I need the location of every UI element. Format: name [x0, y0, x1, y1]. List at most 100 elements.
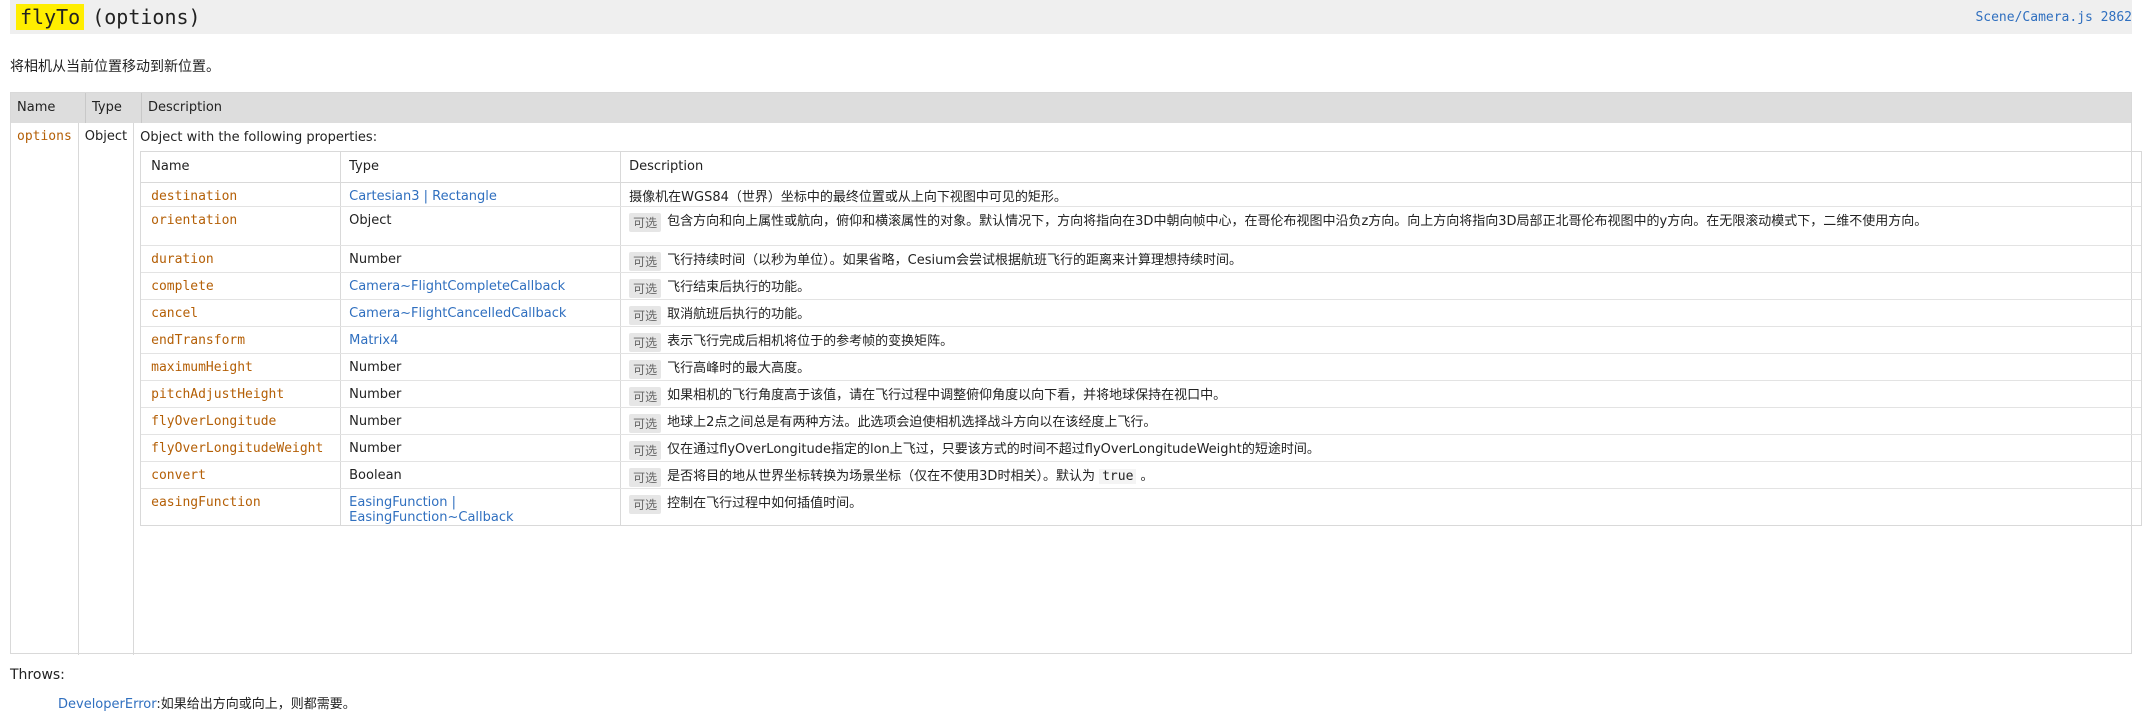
optional-badge: 可选	[629, 279, 662, 298]
property-description: 取消航班后执行的功能。	[667, 307, 811, 322]
property-type-cell: EasingFunction | EasingFunction~Callback	[341, 489, 622, 525]
property-description-cell: 可选 是否将目的地从世界坐标转换为场景坐标（仅在不使用3D时相关）。默认为 tr…	[621, 462, 2141, 488]
default-value-code: true	[1099, 469, 1137, 484]
property-name: cancel	[141, 300, 342, 326]
throws-item: DeveloperError:如果给出方向或向上，则都需要。	[58, 693, 356, 712]
property-row: convert Boolean 可选 是否将目的地从世界坐标转换为场景坐标（仅在…	[141, 462, 2142, 489]
optional-badge: 可选	[629, 495, 662, 514]
description-text: 是否将目的地从世界坐标转换为场景坐标（仅在不使用3D时相关）。默认为	[667, 469, 1095, 484]
property-row: complete Camera~FlightCompleteCallback 可…	[141, 273, 2142, 300]
property-row: cancel Camera~FlightCancelledCallback 可选…	[141, 300, 2142, 327]
property-type-link[interactable]: Camera~FlightCompleteCallback	[341, 273, 622, 299]
property-description: 是否将目的地从世界坐标转换为场景坐标（仅在不使用3D时相关）。默认为 true …	[667, 468, 1154, 486]
optional-badge: 可选	[629, 306, 662, 325]
property-row: pitchAdjustHeight Number 可选 如果相机的飞行角度高于该…	[141, 381, 2142, 408]
property-description: 飞行高峰时的最大高度。	[667, 361, 811, 376]
property-description: 表示飞行完成后相机将位于的参考帧的变换矩阵。	[667, 334, 954, 349]
header-name: Name	[11, 93, 86, 123]
method-summary: 将相机从当前位置移动到新位置。	[10, 59, 220, 75]
property-row: destination Cartesian3 | Rectangle 摄像机在W…	[141, 183, 2142, 207]
property-type-link[interactable]: EasingFunction |	[349, 495, 620, 510]
property-type: Object	[341, 207, 622, 245]
method-header: flyTo (options) Scene/Camera.js 2862	[10, 0, 2132, 34]
property-type: Boolean	[341, 462, 622, 488]
property-name: flyOverLongitude	[141, 408, 342, 434]
property-type: Number	[341, 435, 622, 461]
optional-badge: 可选	[629, 213, 662, 232]
method-signature: flyTo (options)	[10, 4, 201, 30]
property-name: complete	[141, 273, 342, 299]
property-row: flyOverLongitudeWeight Number 可选 仅在通过fly…	[141, 435, 2142, 462]
header-description: Description	[148, 100, 223, 115]
property-description: 包含方向和向上属性或航向，俯仰和横滚属性的对象。默认情况下，方向将指向在3D中朝…	[667, 214, 1928, 229]
property-description-cell: 可选 仅在通过flyOverLongitude指定的lon上飞过，只要该方式的时…	[621, 435, 2141, 461]
optional-badge: 可选	[629, 387, 662, 406]
property-description: 飞行结束后执行的功能。	[667, 280, 811, 295]
property-description: 地球上2点之间总是有两种方法。此选项会迫使相机选择战斗方向以在该经度上飞行。	[667, 415, 1157, 430]
prop-header-type: Type	[341, 152, 622, 182]
options-type: Object	[79, 123, 135, 655]
property-name: duration	[141, 246, 342, 272]
property-type: Number	[341, 408, 622, 434]
property-description-cell: 可选 飞行持续时间（以秒为单位）。如果省略，Cesium会尝试根据航班飞行的距离…	[621, 246, 2141, 272]
property-name: pitchAdjustHeight	[141, 381, 342, 407]
property-type-link[interactable]: Camera~FlightCancelledCallback	[341, 300, 622, 326]
property-name: endTransform	[141, 327, 342, 353]
optional-badge: 可选	[629, 468, 662, 487]
options-name: options	[11, 123, 79, 655]
optional-badge: 可选	[629, 414, 662, 433]
options-properties-table: Name Type Description destination Cartes…	[140, 151, 2142, 526]
properties-header: Name Type Description	[141, 152, 2142, 183]
property-description: 控制在飞行过程中如何插值时间。	[667, 496, 863, 511]
property-row: flyOverLongitude Number 可选 地球上2点之间总是有两种方…	[141, 408, 2142, 435]
property-description: 如果相机的飞行角度高于该值，请在飞行过程中调整俯仰角度以向下看，并将地球保持在视…	[667, 388, 1227, 403]
developer-error-link[interactable]: DeveloperError	[58, 697, 156, 712]
optional-badge: 可选	[629, 333, 662, 352]
throws-heading: Throws:	[10, 667, 65, 683]
property-row: duration Number 可选 飞行持续时间（以秒为单位）。如果省略，Ce…	[141, 246, 2142, 273]
property-type: Number	[341, 354, 622, 380]
property-type: Number	[341, 381, 622, 407]
property-name: flyOverLongitudeWeight	[141, 435, 342, 461]
options-intro: Object with the following properties:	[140, 130, 378, 145]
params-table: Name Type Description options Object Obj…	[10, 92, 2142, 655]
property-row: maximumHeight Number 可选 飞行高峰时的最大高度。	[141, 354, 2142, 381]
description-suffix: 。	[1140, 469, 1154, 484]
property-description-cell: 可选 控制在飞行过程中如何插值时间。	[621, 489, 2141, 525]
property-row: orientation Object 可选 包含方向和向上属性或航向，俯仰和横滚…	[141, 207, 2142, 246]
optional-badge: 可选	[629, 360, 662, 379]
property-description-cell: 可选 取消航班后执行的功能。	[621, 300, 2141, 326]
optional-badge: 可选	[629, 441, 662, 460]
property-description-cell: 可选 地球上2点之间总是有两种方法。此选项会迫使相机选择战斗方向以在该经度上飞行…	[621, 408, 2141, 434]
property-description: 飞行持续时间（以秒为单位）。如果省略，Cesium会尝试根据航班飞行的距离来计算…	[667, 253, 1243, 268]
header-type: Type	[86, 93, 142, 123]
property-type-link[interactable]: Cartesian3 | Rectangle	[341, 183, 622, 206]
property-description: 摄像机在WGS84（世界）坐标中的最终位置或从上向下视图中可见的矩形。	[629, 190, 1067, 205]
property-name: destination	[141, 183, 342, 206]
property-description-cell: 可选 包含方向和向上属性或航向，俯仰和横滚属性的对象。默认情况下，方向将指向在3…	[621, 207, 2141, 245]
property-name: maximumHeight	[141, 354, 342, 380]
property-description-cell: 可选 如果相机的飞行角度高于该值，请在飞行过程中调整俯仰角度以向下看，并将地球保…	[621, 381, 2141, 407]
property-name: easingFunction	[141, 489, 342, 525]
prop-header-name: Name	[141, 152, 342, 182]
property-description-cell: 可选 飞行结束后执行的功能。	[621, 273, 2141, 299]
params-table-header: Name Type Description	[11, 93, 2131, 123]
options-row: options Object Object with the following…	[11, 123, 2142, 655]
property-name: convert	[141, 462, 342, 488]
optional-badge: 可选	[629, 252, 662, 271]
property-row: easingFunction EasingFunction | EasingFu…	[141, 489, 2141, 525]
property-row: endTransform Matrix4 可选 表示飞行完成后相机将位于的参考帧…	[141, 327, 2142, 354]
method-params: (options)	[92, 5, 201, 29]
options-description: Object with the following properties: Na…	[134, 123, 2142, 655]
property-description-cell: 可选 表示飞行完成后相机将位于的参考帧的变换矩阵。	[621, 327, 2141, 353]
property-name: orientation	[141, 207, 342, 245]
property-type-link[interactable]: EasingFunction~Callback	[349, 510, 620, 525]
property-description: 仅在通过flyOverLongitude指定的lon上飞过，只要该方式的时间不超…	[667, 442, 1320, 457]
throws-description: :如果给出方向或向上，则都需要。	[156, 697, 356, 712]
property-type: Number	[341, 246, 622, 272]
method-name: flyTo	[16, 4, 85, 30]
property-type-link[interactable]: Matrix4	[341, 327, 622, 353]
property-description-cell: 可选 飞行高峰时的最大高度。	[621, 354, 2141, 380]
source-link[interactable]: Scene/Camera.js 2862	[1975, 10, 2132, 25]
prop-header-description: Description	[629, 159, 704, 174]
